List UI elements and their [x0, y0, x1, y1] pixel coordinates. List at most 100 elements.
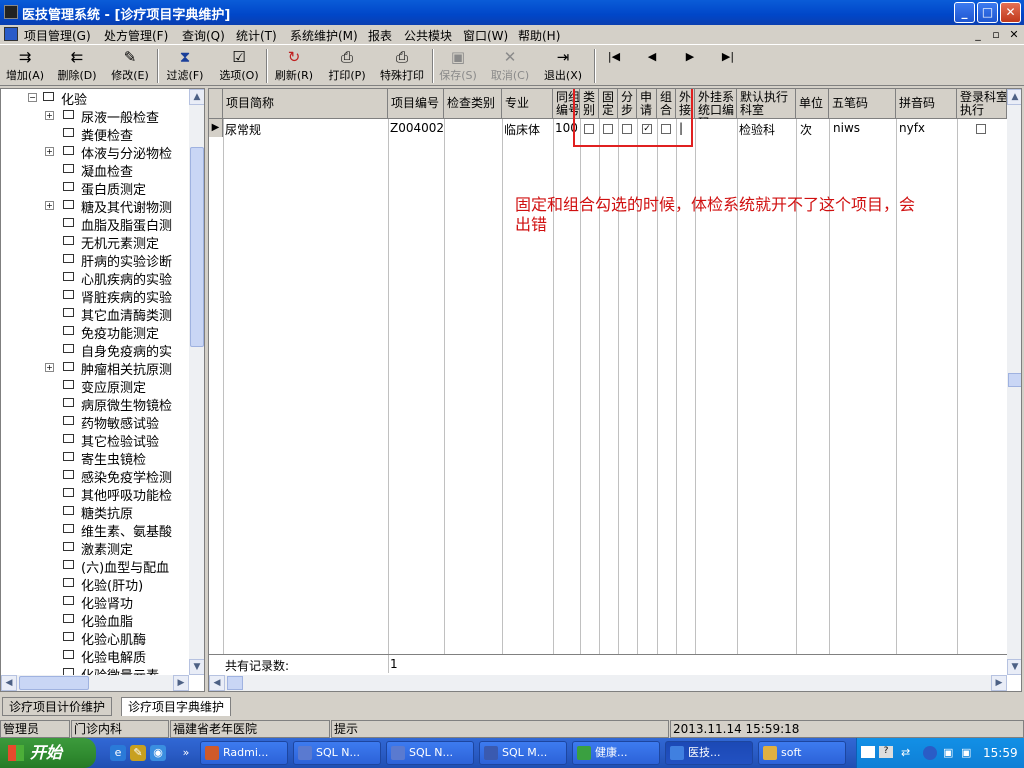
cell-pinyin[interactable]: nyfx — [899, 121, 925, 135]
tree-node[interactable]: 化验血脂 — [1, 610, 191, 628]
cancel-button[interactable]: ✕ 取消(C) — [488, 47, 532, 85]
scroll-up-arrow[interactable]: ▲ — [1007, 89, 1021, 105]
col-header-name[interactable]: 项目简称 — [223, 89, 388, 119]
scroll-up-arrow[interactable]: ▲ — [189, 89, 204, 105]
minimize-button[interactable]: _ — [954, 2, 975, 23]
tree-node[interactable]: 寄生虫镜检 — [1, 448, 191, 466]
scroll-thumb[interactable] — [190, 147, 204, 347]
tree-node-root[interactable]: − 化验 — [1, 89, 191, 106]
title-bar[interactable]: 医技管理系统 - [诊疗项目字典维护] _ □ ✕ — [0, 0, 1024, 25]
menu-public[interactable]: 公共模块 — [404, 27, 452, 44]
cell-dept[interactable]: 检验科 — [739, 121, 775, 138]
tab-dictionary[interactable]: 诊疗项目字典维护 — [121, 697, 232, 716]
exit-button[interactable]: ⇥ 退出(X) — [540, 47, 586, 85]
col-header-pinyin[interactable]: 拼音码 — [896, 89, 957, 119]
filter-button[interactable]: ⧗ 过滤(F) — [164, 47, 206, 85]
scroll-down-arrow[interactable]: ▼ — [189, 659, 204, 675]
scroll-right-arrow[interactable]: ▶ — [991, 675, 1007, 691]
tree-node[interactable]: 凝血检查 — [1, 160, 191, 178]
taskbar-button[interactable]: SQL N... — [386, 741, 474, 765]
tree-node[interactable]: 变应原测定 — [1, 376, 191, 394]
col-header-code[interactable]: 项目编号 — [388, 89, 444, 119]
menu-window[interactable]: 窗口(W) — [463, 27, 508, 44]
tab-pricing[interactable]: 诊疗项目计价维护 — [2, 697, 113, 716]
tree-node[interactable]: 蛋白质测定 — [1, 178, 191, 196]
edit-button[interactable]: ✎ 修改(E) — [108, 47, 152, 85]
tree-node[interactable]: 肝病的实验诊断 — [1, 250, 191, 268]
network-icon[interactable]: ▣ — [943, 746, 953, 759]
maximize-button[interactable]: □ — [977, 2, 998, 23]
start-button[interactable]: 开始 — [0, 738, 96, 768]
special-print-button[interactable]: ⎙ 特殊打印 — [376, 47, 428, 85]
options-button[interactable]: ☑ 选项(O) — [217, 47, 261, 85]
mdi-close-button[interactable]: ✕ — [1006, 28, 1022, 42]
reg-exec-checkbox[interactable] — [976, 124, 986, 134]
menu-system[interactable]: 系统维护(M) — [290, 27, 358, 44]
col-header-ext-code[interactable]: 外挂系统口编码 — [695, 89, 737, 119]
tree-node[interactable]: 药物敏感试验 — [1, 412, 191, 430]
cell-name[interactable]: 尿常规 — [225, 121, 261, 138]
keyboard-icon[interactable] — [861, 746, 875, 758]
menu-prescription[interactable]: 处方管理(F) — [104, 27, 168, 44]
cell-major[interactable]: 临床体 — [504, 121, 540, 138]
tree-node[interactable]: 其他呼吸功能检 — [1, 484, 191, 502]
col-header-dept[interactable]: 默认执行科室 — [737, 89, 796, 119]
quicklaunch-icon[interactable]: ✎ — [130, 745, 146, 761]
menu-project[interactable]: 项目管理(G) — [24, 27, 91, 44]
prev-record-button[interactable]: ◀ — [642, 47, 662, 85]
tree-node[interactable]: (六)血型与配血 — [1, 556, 191, 574]
col-header-major[interactable]: 专业 — [502, 89, 553, 119]
overflow-chevron-icon[interactable]: » — [178, 745, 194, 761]
taskbar-button[interactable]: 医技... — [665, 741, 753, 765]
ie-icon[interactable]: e — [110, 745, 126, 761]
help-icon[interactable]: ? — [879, 746, 893, 758]
taskbar-button[interactable]: SQL N... — [293, 741, 381, 765]
save-button[interactable]: ▣ 保存(S) — [436, 47, 480, 85]
scroll-left-arrow[interactable]: ◀ — [209, 675, 225, 691]
taskbar-button[interactable]: SQL M... — [479, 741, 567, 765]
cell-wubi[interactable]: niws — [833, 121, 860, 135]
collapse-icon[interactable]: − — [28, 93, 37, 102]
add-button[interactable]: ⇉ 增加(A) — [4, 47, 46, 85]
col-header-reg-exec[interactable]: 登录科室执行 — [957, 89, 1007, 119]
col-header-unit[interactable]: 单位 — [796, 89, 829, 119]
cell-unit[interactable]: 次 — [800, 121, 812, 138]
network-icon[interactable]: ▣ — [961, 746, 971, 759]
tree-node[interactable]: 化验心肌酶 — [1, 628, 191, 646]
scroll-right-arrow[interactable]: ▶ — [173, 675, 189, 691]
tree-node[interactable]: + 体液与分泌物检 — [1, 142, 191, 160]
tree-node[interactable]: + 肿瘤相关抗原测 — [1, 358, 191, 376]
taskbar-button[interactable]: Radmi... — [200, 741, 288, 765]
tree-node[interactable]: + 尿液一般检查 — [1, 106, 191, 124]
first-record-button[interactable]: |◀ — [604, 47, 624, 85]
tree-node[interactable]: 粪便检查 — [1, 124, 191, 142]
tree-node[interactable]: 肾脏疾病的实验 — [1, 286, 191, 304]
menu-statistics[interactable]: 统计(T) — [236, 27, 277, 44]
quicklaunch-icon[interactable]: ◉ — [150, 745, 166, 761]
tree-vertical-scrollbar[interactable]: ▲ ▼ — [189, 89, 204, 675]
tree-node[interactable]: 病原微生物镜检 — [1, 394, 191, 412]
tree-node[interactable]: 血脂及脂蛋白测 — [1, 214, 191, 232]
menu-reports[interactable]: 报表 — [368, 27, 392, 44]
tree-node[interactable]: 维生素、氨基酸 — [1, 520, 191, 538]
tree-node[interactable]: 无机元素测定 — [1, 232, 191, 250]
tree-node[interactable]: 感染免疫学检测 — [1, 466, 191, 484]
col-header-check-type[interactable]: 检查类别 — [444, 89, 502, 119]
scroll-left-arrow[interactable]: ◀ — [1, 675, 17, 691]
tree-node[interactable]: 化验电解质 — [1, 646, 191, 664]
expand-icon[interactable]: + — [45, 111, 54, 120]
item-grid[interactable]: 项目简称 项目编号 检查类别 专业 同组编号 类别 固定 分步 申请 组合 外接… — [208, 88, 1022, 692]
tree-node[interactable]: 其它检验试验 — [1, 430, 191, 448]
print-button[interactable]: ⎙ 打印(P) — [325, 47, 369, 85]
tree-node[interactable]: 免疫功能测定 — [1, 322, 191, 340]
taskbar-button[interactable]: soft — [758, 741, 846, 765]
expand-icon[interactable]: + — [45, 363, 54, 372]
grid-horizontal-scrollbar[interactable]: ◀ ▶ — [209, 675, 1007, 691]
mdi-restore-button[interactable]: ▫ — [988, 28, 1004, 42]
tree-node[interactable]: 化验(肝功) — [1, 574, 191, 592]
last-record-button[interactable]: ▶| — [718, 47, 738, 85]
tree-node[interactable]: 激素测定 — [1, 538, 191, 556]
scroll-thumb[interactable] — [19, 676, 89, 690]
cell-code[interactable]: Z004002 — [390, 121, 444, 135]
scroll-down-arrow[interactable]: ▼ — [1007, 659, 1021, 675]
